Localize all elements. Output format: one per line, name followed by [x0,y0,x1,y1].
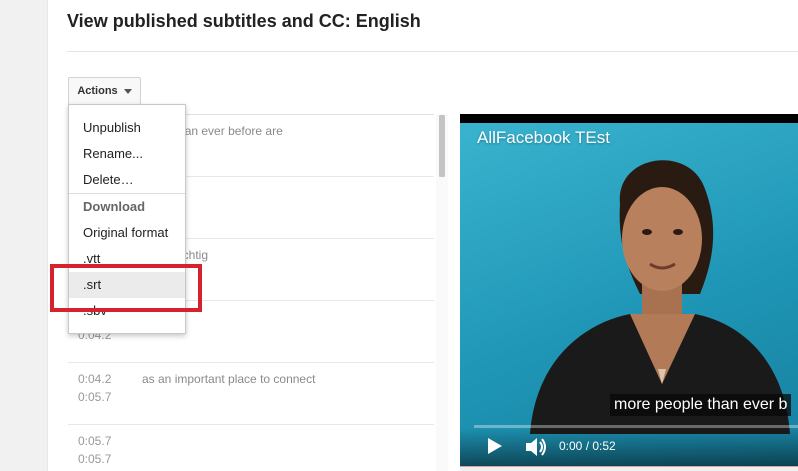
volume-icon[interactable] [524,436,548,458]
menu-header-download: Download [83,199,146,214]
subtitle-text: as an important place to connect [142,372,316,386]
subtitle-end-time: 0:05.7 [78,390,112,404]
title-divider [67,51,798,52]
player-top-bar [460,114,798,123]
page-title: View published subtitles and CC: English [67,11,421,31]
player-controls: 0:00 / 0:52 [460,428,798,471]
subtitle-end-time: 0:05.7 [78,452,112,466]
subtitle-row[interactable]: 0:05.7 0:05.7 [68,424,434,471]
subtitle-scrollbar-thumb[interactable] [439,115,445,177]
timeline-strip[interactable] [460,466,798,471]
subtitle-row[interactable]: 0:04.2 0:05.7 as an important place to c… [68,362,434,424]
menu-item-rename[interactable]: Rename... [69,141,185,167]
time-display: 0:00 / 0:52 [559,439,616,453]
video-player[interactable]: AllFacebook TEst more people than ever b… [460,114,798,471]
subtitle-start-time: 0:05.7 [78,434,112,448]
subtitle-start-time: 0:04.2 [78,372,112,386]
left-nav-gutter [0,0,48,471]
caret-down-icon [123,88,132,94]
srt-highlight-box [50,264,202,312]
play-icon[interactable] [488,438,502,454]
presenter-image [530,160,790,434]
video-caption: more people than ever b [610,394,792,416]
actions-button-label: Actions [77,85,118,97]
menu-item-delete[interactable]: Delete… [69,167,185,193]
menu-item-unpublish[interactable]: Unpublish [69,115,185,141]
menu-item-original-format[interactable]: Original format [69,220,185,246]
actions-button[interactable]: Actions [68,77,141,105]
